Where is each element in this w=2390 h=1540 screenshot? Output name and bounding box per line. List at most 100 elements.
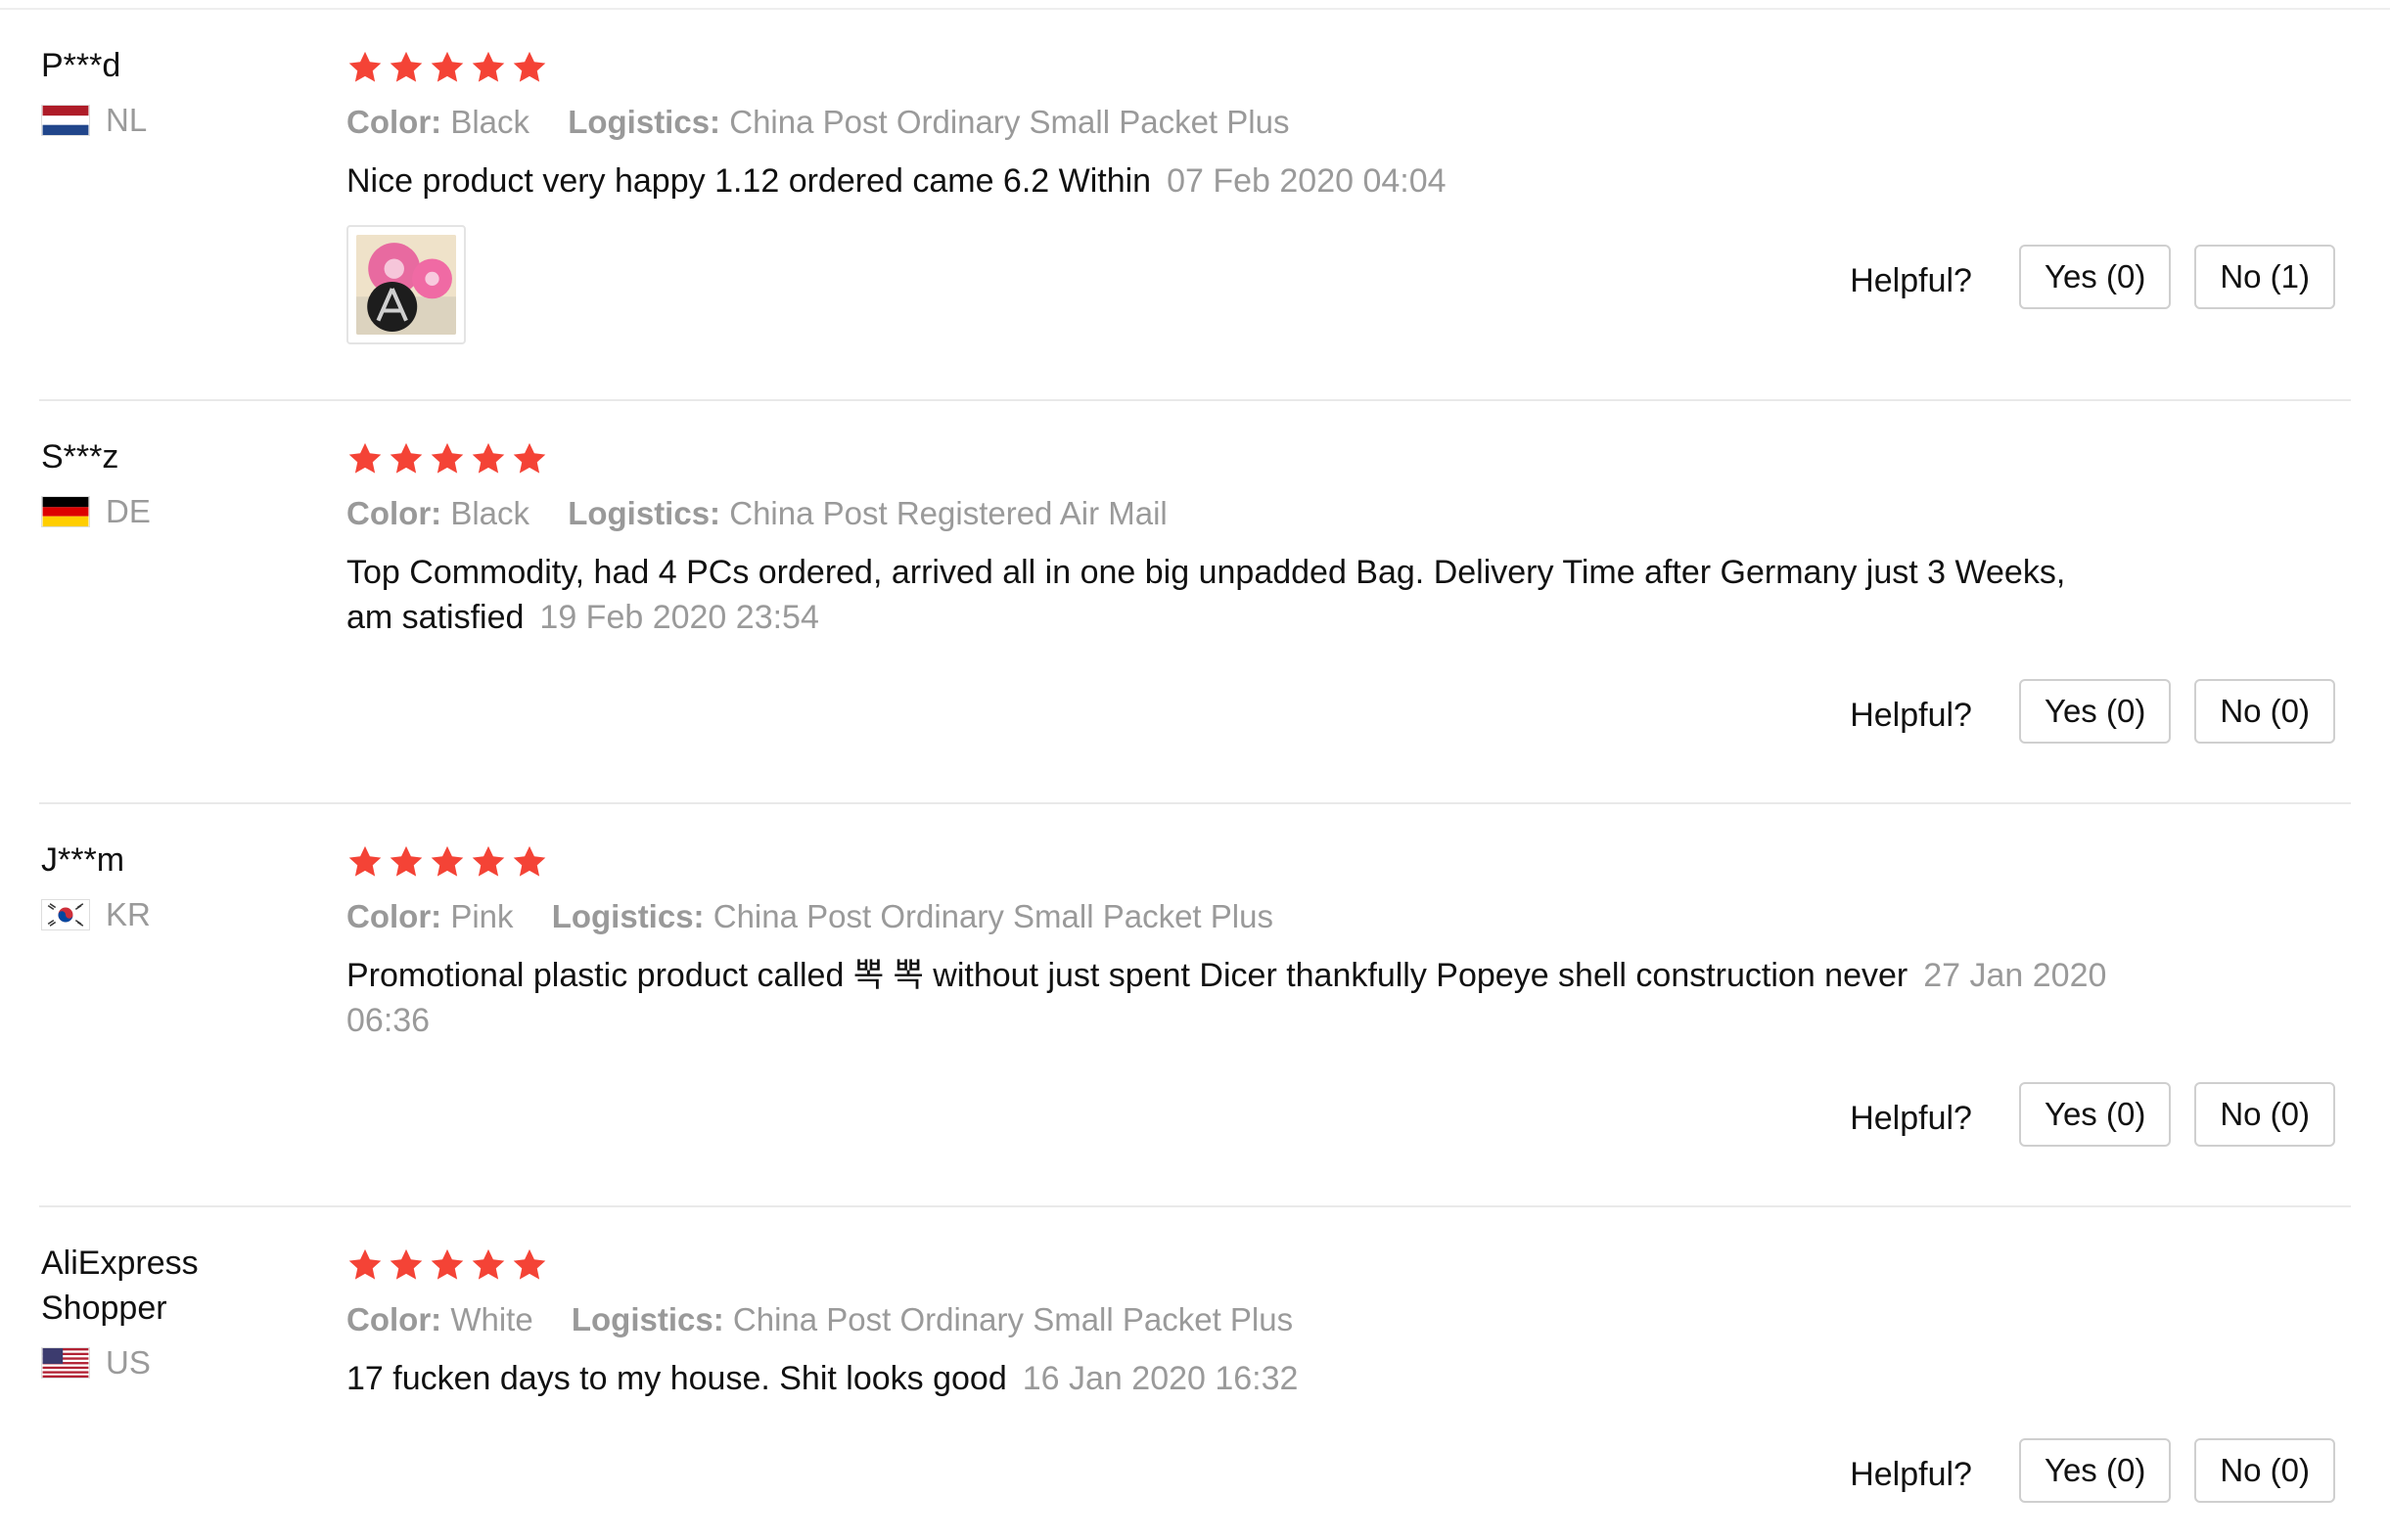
review-text: Promotional plastic product called 뽁 뽁 w… xyxy=(346,953,2108,1043)
star-icon xyxy=(431,1248,464,1280)
color-value: Black xyxy=(450,495,530,531)
review-attributes: Color: Pink Logistics: China Post Ordina… xyxy=(346,894,2137,939)
helpful-vote: Helpful? Yes (0) No (1) xyxy=(1850,245,2335,309)
star-icon xyxy=(348,1248,382,1280)
user-country: DE xyxy=(41,493,296,530)
review-attributes: Color: White Logistics: China Post Ordin… xyxy=(346,1297,2137,1342)
star-icon xyxy=(513,845,546,877)
star-icon xyxy=(390,442,423,474)
logistics-label: Logistics: xyxy=(571,1301,724,1337)
color-label: Color: xyxy=(346,495,442,531)
star-icon xyxy=(472,845,505,877)
review-content: Color: White Logistics: China Post Ordin… xyxy=(346,1243,2137,1401)
country-code: NL xyxy=(106,102,148,138)
user-name: J***m xyxy=(41,841,125,879)
logistics-value: China Post Ordinary Small Packet Plus xyxy=(729,104,1290,140)
star-icon xyxy=(513,442,546,474)
star-icon xyxy=(513,1248,546,1280)
helpful-no-button[interactable]: No (0) xyxy=(2194,1438,2335,1503)
star-icon xyxy=(390,1248,423,1280)
helpful-yes-button[interactable]: Yes (0) xyxy=(2018,1438,2172,1503)
logistics-value: China Post Ordinary Small Packet Plus xyxy=(732,1301,1294,1337)
country-code: US xyxy=(106,1344,151,1381)
review-content: Color: Black Logistics: China Post Regis… xyxy=(346,436,2137,640)
star-rating xyxy=(346,45,2137,90)
logistics-label: Logistics: xyxy=(551,898,705,934)
user-name: AliExpress Shopper xyxy=(41,1245,199,1327)
review-text: 17 fucken days to my house. Shit looks g… xyxy=(346,1356,2137,1401)
user-country: KR xyxy=(41,896,296,933)
review-item: J***m KR Color: Pink Logistics: China Po… xyxy=(39,804,2351,1207)
review-body: Promotional plastic product called 뽁 뽁 w… xyxy=(346,957,1908,994)
usa-flag-icon xyxy=(41,1347,90,1379)
review-photo-image xyxy=(356,235,456,335)
netherlands-flag-icon xyxy=(41,105,90,136)
helpful-vote: Helpful? Yes (0) No (0) xyxy=(1850,1438,2335,1503)
helpful-label: Helpful? xyxy=(1850,261,1972,299)
star-icon xyxy=(431,442,464,474)
user-country: US xyxy=(41,1344,296,1381)
star-icon xyxy=(472,442,505,474)
star-icon xyxy=(390,51,423,82)
helpful-no-button[interactable]: No (0) xyxy=(2194,1082,2335,1147)
helpful-yes-button[interactable]: Yes (0) xyxy=(2018,245,2172,309)
color-value: White xyxy=(450,1301,533,1337)
star-icon xyxy=(390,845,423,877)
user-name: P***d xyxy=(41,47,121,84)
logistics-label: Logistics: xyxy=(568,104,721,140)
star-icon xyxy=(472,51,505,82)
review-attributes: Color: Black Logistics: China Post Ordin… xyxy=(346,100,2137,145)
logistics-label: Logistics: xyxy=(568,495,721,531)
review-attributes: Color: Black Logistics: China Post Regis… xyxy=(346,491,2137,536)
color-value: Black xyxy=(450,104,530,140)
helpful-label: Helpful? xyxy=(1850,1099,1972,1137)
review-date: 19 Feb 2020 23:54 xyxy=(539,599,819,636)
helpful-label: Helpful? xyxy=(1850,696,1972,734)
logistics-value: China Post Ordinary Small Packet Plus xyxy=(712,898,1273,934)
review-text: Nice product very happy 1.12 ordered cam… xyxy=(346,159,2137,204)
helpful-yes-button[interactable]: Yes (0) xyxy=(2018,679,2172,744)
review-item: AliExpress Shopper US Color: White Logis… xyxy=(39,1207,2351,1540)
star-rating xyxy=(346,839,2137,884)
star-rating xyxy=(346,1243,2137,1288)
user-country: NL xyxy=(41,102,296,139)
review-user-info: S***z DE xyxy=(41,434,296,530)
helpful-label: Helpful? xyxy=(1850,1455,1972,1493)
review-user-info: J***m KR xyxy=(41,838,296,933)
review-item: P***d NL Color: Black Logistics: China P… xyxy=(39,10,2351,401)
star-icon xyxy=(431,51,464,82)
color-label: Color: xyxy=(346,1301,442,1337)
south-korea-flag-icon xyxy=(41,899,90,930)
star-icon xyxy=(431,845,464,877)
review-body: 17 fucken days to my house. Shit looks g… xyxy=(346,1360,1007,1397)
star-icon xyxy=(348,51,382,82)
logistics-value: China Post Registered Air Mail xyxy=(729,495,1168,531)
star-icon xyxy=(348,845,382,877)
color-label: Color: xyxy=(346,104,442,140)
star-icon xyxy=(348,442,382,474)
helpful-vote: Helpful? Yes (0) No (0) xyxy=(1850,1082,2335,1147)
feedback-list: P***d NL Color: Black Logistics: China P… xyxy=(39,10,2351,1540)
helpful-yes-button[interactable]: Yes (0) xyxy=(2018,1082,2172,1147)
review-user-info: P***d NL xyxy=(41,43,296,139)
star-icon xyxy=(472,1248,505,1280)
star-icon xyxy=(513,51,546,82)
review-photo-thumbnail[interactable] xyxy=(346,225,466,344)
review-text: Top Commodity, had 4 PCs ordered, arrive… xyxy=(346,550,2108,640)
review-date: 16 Jan 2020 16:32 xyxy=(1022,1360,1299,1397)
helpful-vote: Helpful? Yes (0) No (0) xyxy=(1850,679,2335,744)
country-code: KR xyxy=(106,896,151,932)
color-label: Color: xyxy=(346,898,442,934)
review-user-info: AliExpress Shopper US xyxy=(41,1241,296,1381)
user-name: S***z xyxy=(41,438,119,476)
helpful-no-button[interactable]: No (0) xyxy=(2194,679,2335,744)
germany-flag-icon xyxy=(41,496,90,527)
color-value: Pink xyxy=(450,898,514,934)
review-item: S***z DE Color: Black Logistics: China P… xyxy=(39,401,2351,804)
helpful-no-button[interactable]: No (1) xyxy=(2194,245,2335,309)
review-body: Nice product very happy 1.12 ordered cam… xyxy=(346,162,1152,200)
star-rating xyxy=(346,436,2137,481)
review-content: Color: Pink Logistics: China Post Ordina… xyxy=(346,839,2137,1043)
country-code: DE xyxy=(106,493,151,529)
review-date: 07 Feb 2020 04:04 xyxy=(1167,162,1447,200)
